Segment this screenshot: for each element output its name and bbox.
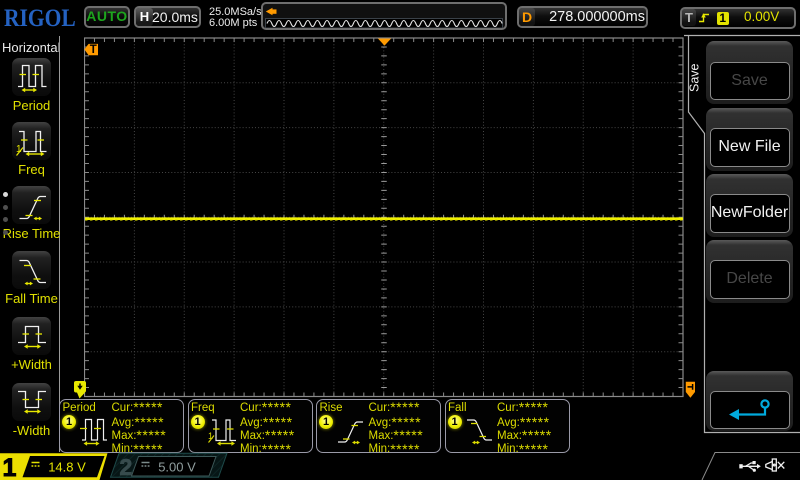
svg-text:T: T bbox=[90, 44, 97, 56]
svg-text:1: 1 bbox=[3, 454, 17, 480]
svg-text:14.8 V: 14.8 V bbox=[48, 460, 86, 475]
svg-text:5.00 V: 5.00 V bbox=[158, 460, 196, 475]
svg-text:2: 2 bbox=[120, 454, 133, 480]
svg-text:Save: Save bbox=[688, 63, 702, 92]
